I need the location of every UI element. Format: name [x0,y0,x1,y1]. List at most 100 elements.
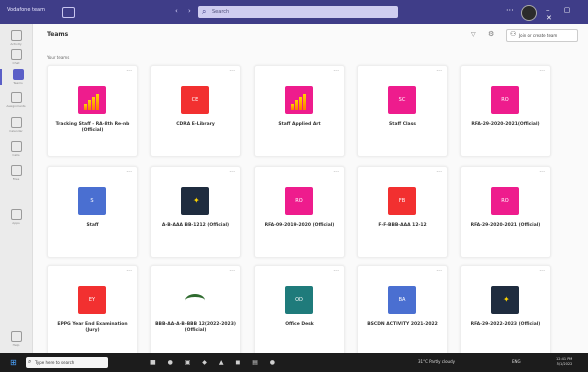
more-options-icon[interactable]: ··· [506,6,514,15]
team-card[interactable]: ··· Staff Applied Art [254,65,345,157]
team-card[interactable]: ··· ✦ RFA-29-2022-2023 (Official) [460,265,551,357]
search-box[interactable]: ⌕ Search [198,6,398,18]
gear-icon[interactable]: ⚙ [488,30,494,38]
team-card[interactable]: ··· BBB-AA-A-B-BBB 12(2022-2023) (Officia… [150,265,241,357]
team-icon [181,286,209,314]
team-card[interactable]: ··· SC Staff Class [357,65,448,157]
more-options-icon[interactable]: ··· [229,268,235,275]
taskbar: ⊞ ⌕ Type here to search ■ ● ▣ ◆ ▲ ◼ ▤ ● … [0,353,588,372]
more-options-icon[interactable]: ··· [126,68,132,75]
title-bar: Vodafone team ‹ › ⌕ Search ··· – ▢ ✕ [0,0,588,24]
team-name: Office Desk [285,322,314,327]
team-card[interactable]: ··· Tracking Staff - RA-8th Re-nb (Offici… [47,65,138,157]
section-label: Your teams [47,55,70,60]
filter-icon[interactable]: ▽ [471,31,476,38]
more-options-icon[interactable]: ··· [333,169,339,176]
tray-language[interactable]: ENG [512,359,521,364]
team-name: Staff Class [389,122,416,127]
date: 5/1/2022 [556,362,573,366]
more-options-icon[interactable]: ··· [539,268,545,275]
rail-label: Chat [12,61,20,65]
more-options-icon[interactable]: ··· [333,68,339,75]
team-name: Staff [86,223,99,228]
bell-icon [10,30,22,41]
team-name: Tracking Staff - RA-8th Re-nb (Official) [55,122,130,133]
more-options-icon[interactable]: ··· [436,169,442,176]
taskbar-search[interactable]: ⌕ Type here to search [26,357,108,368]
rail-label: Calls [12,153,20,157]
chat-icon [10,49,22,60]
more-options-icon[interactable]: ··· [539,68,545,75]
team-icon: OD [285,286,313,314]
calendar-icon [10,117,22,128]
people-add-icon: ⚇ [510,30,517,38]
search-icon: ⌕ [28,358,32,365]
rail-item-activity[interactable]: Activity [0,30,32,46]
more-options-icon[interactable]: ··· [436,68,442,75]
team-card[interactable]: ··· RO RFA-29-2020-2021(Official) [460,65,551,157]
teams-main: Teams ▽ ⚙ ⚇ Join or create team Your tea… [33,24,588,357]
team-icon: RO [285,187,313,215]
team-name: A-B-AAA BB-1212 (Official) [161,223,230,228]
join-create-label: Join or create team [519,33,558,38]
rail-item-calls[interactable]: Calls [0,141,32,157]
team-name: Staff Applied Art [278,122,321,127]
team-icon: ✦ [181,187,209,215]
team-name: RFA-29-2020-2021 (Official) [470,223,541,228]
pinned-apps-icons[interactable]: ■ ● ▣ ◆ ▲ ◼ ▤ ● [150,359,280,366]
team-card[interactable]: ··· RO RFA-09-2019-2020 (Official) [254,166,345,258]
window-controls[interactable]: – ▢ ✕ [546,6,588,22]
rail-item-files[interactable]: Files [0,165,32,181]
teams-icon [12,69,24,80]
team-name: BSCDN ACTIVITY 2021-2022 [367,322,438,327]
team-icon: SC [388,86,416,114]
rail-item-calendar[interactable]: Calendar [0,117,32,133]
app-rail: Activity Chat Teams Assignments Calendar… [0,24,33,353]
avatar[interactable] [521,5,537,21]
team-name: F-F-BBB-AAA 12-12 [378,223,427,228]
team-card[interactable]: ··· RO RFA-29-2020-2021 (Official) [460,166,551,258]
rail-item-apps[interactable]: Apps [0,209,32,225]
more-options-icon[interactable]: ··· [126,169,132,176]
team-icon: FB [388,187,416,215]
team-card[interactable]: ··· EY EPPG Year End Examination (Jury) [47,265,138,357]
rail-label: Help [12,343,20,347]
team-icon: BA [388,286,416,314]
rail-label: Teams [13,81,23,85]
window-icon[interactable] [62,7,75,18]
clock[interactable]: 12:41 PM 5/1/2022 [556,357,572,367]
team-card[interactable]: ··· S Staff [47,166,138,258]
rail-label: Assignments [6,104,26,108]
team-card[interactable]: ··· BA BSCDN ACTIVITY 2021-2022 [357,265,448,357]
rail-item-chat[interactable]: Chat [0,49,32,65]
windows-start-icon[interactable]: ⊞ [10,358,17,367]
taskbar-search-placeholder: Type here to search [35,360,75,365]
join-create-team-button[interactable]: ⚇ Join or create team [506,29,578,42]
team-name: BBB-AA-A-B-BBB 12(2022-2023) (Official) [155,322,236,333]
search-placeholder: Search [212,9,230,15]
team-icon [78,86,106,114]
weather-widget[interactable]: 31°C Partly cloudy [418,359,455,364]
more-options-icon[interactable]: ··· [229,68,235,75]
apps-icon [10,209,22,220]
rail-item-assignments[interactable]: Assignments [0,92,32,108]
app-title: Vodafone team [7,7,45,13]
team-card[interactable]: ··· OD Office Desk [254,265,345,357]
more-options-icon[interactable]: ··· [229,169,235,176]
team-name: EPPG Year End Examination (Jury) [57,322,128,333]
rail-item-help[interactable]: Help [0,331,32,347]
team-card[interactable]: ··· FB F-F-BBB-AAA 12-12 [357,166,448,258]
team-icon: EY [78,286,106,314]
team-card[interactable]: ··· CE CDRA E-Library [150,65,241,157]
team-name: RFA-29-2020-2021(Official) [471,122,540,127]
team-icon: RO [491,187,519,215]
more-options-icon[interactable]: ··· [436,268,442,275]
team-icon [285,86,313,114]
back-forward-icons[interactable]: ‹ › [175,7,195,15]
more-options-icon[interactable]: ··· [539,169,545,176]
more-options-icon[interactable]: ··· [126,268,132,275]
team-card[interactable]: ··· ✦ A-B-AAA BB-1212 (Official) [150,166,241,258]
rail-item-teams[interactable]: Teams [0,69,34,85]
assignment-icon [10,92,22,103]
more-options-icon[interactable]: ··· [333,268,339,275]
